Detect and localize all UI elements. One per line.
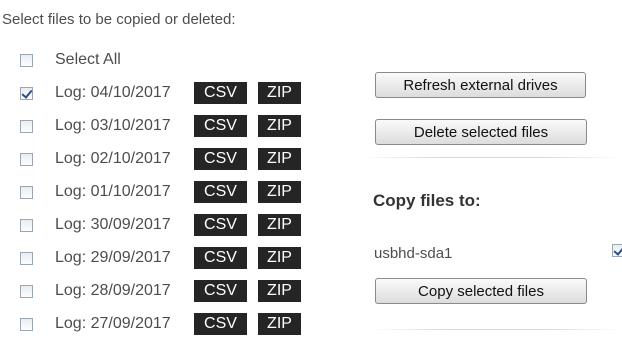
log-checkbox[interactable]	[20, 86, 33, 100]
zip-download-button[interactable]: ZIP	[258, 148, 301, 170]
log-checkbox[interactable]	[20, 251, 33, 265]
instructions-heading: Select files to be copied or deleted:	[2, 11, 236, 28]
zip-download-button[interactable]: ZIP	[258, 214, 301, 236]
csv-download-button[interactable]: CSV	[194, 181, 247, 203]
csv-download-button[interactable]: CSV	[194, 214, 247, 236]
zip-download-button[interactable]: ZIP	[258, 82, 301, 104]
divider	[370, 329, 622, 330]
log-checkbox[interactable]	[20, 317, 33, 331]
log-checkbox[interactable]	[20, 152, 33, 166]
log-row: Log: 29/09/2017 CSV ZIP	[20, 247, 301, 269]
select-all-checkbox[interactable]	[20, 53, 33, 67]
csv-download-button[interactable]: CSV	[194, 148, 247, 170]
log-checkbox[interactable]	[20, 218, 33, 232]
log-label: Log: 04/10/2017	[55, 84, 171, 101]
log-checkbox[interactable]	[20, 284, 33, 298]
copy-files-button[interactable]: Copy selected files	[375, 278, 587, 304]
log-label: Log: 29/09/2017	[55, 249, 171, 266]
zip-download-button[interactable]: ZIP	[258, 115, 301, 137]
log-row: Log: 28/09/2017 CSV ZIP	[20, 280, 301, 302]
log-row: Log: 03/10/2017 CSV ZIP	[20, 115, 301, 137]
zip-download-button[interactable]: ZIP	[258, 247, 301, 269]
divider	[360, 157, 622, 158]
zip-download-button[interactable]: ZIP	[258, 280, 301, 302]
drive-label: usbhd-sda1	[374, 245, 453, 262]
csv-download-button[interactable]: CSV	[194, 82, 247, 104]
log-label: Log: 01/10/2017	[55, 183, 171, 200]
log-label: Log: 02/10/2017	[55, 150, 171, 167]
log-row: Log: 02/10/2017 CSV ZIP	[20, 148, 301, 170]
log-label: Log: 30/09/2017	[55, 216, 171, 233]
zip-download-button[interactable]: ZIP	[258, 181, 301, 203]
log-row: Log: 27/09/2017 CSV ZIP	[20, 313, 301, 335]
log-row: Log: 01/10/2017 CSV ZIP	[20, 181, 301, 203]
log-row: Log: 04/10/2017 CSV ZIP	[20, 82, 301, 104]
log-checkbox[interactable]	[20, 119, 33, 133]
csv-download-button[interactable]: CSV	[194, 313, 247, 335]
refresh-drives-button[interactable]: Refresh external drives	[375, 72, 586, 98]
delete-files-button[interactable]: Delete selected files	[375, 119, 587, 145]
log-row: Log: 30/09/2017 CSV ZIP	[20, 214, 301, 236]
csv-download-button[interactable]: CSV	[194, 247, 247, 269]
log-label: Log: 27/09/2017	[55, 315, 171, 332]
copy-section-heading: Copy files to:	[373, 191, 481, 210]
csv-download-button[interactable]: CSV	[194, 115, 247, 137]
drive-checkbox[interactable]	[612, 244, 622, 257]
log-label: Log: 03/10/2017	[55, 117, 171, 134]
log-label: Log: 28/09/2017	[55, 282, 171, 299]
log-checkbox[interactable]	[20, 185, 33, 199]
zip-download-button[interactable]: ZIP	[258, 313, 301, 335]
select-all-row: Select All	[20, 49, 194, 71]
csv-download-button[interactable]: CSV	[194, 280, 247, 302]
select-all-label: Select All	[55, 51, 121, 68]
